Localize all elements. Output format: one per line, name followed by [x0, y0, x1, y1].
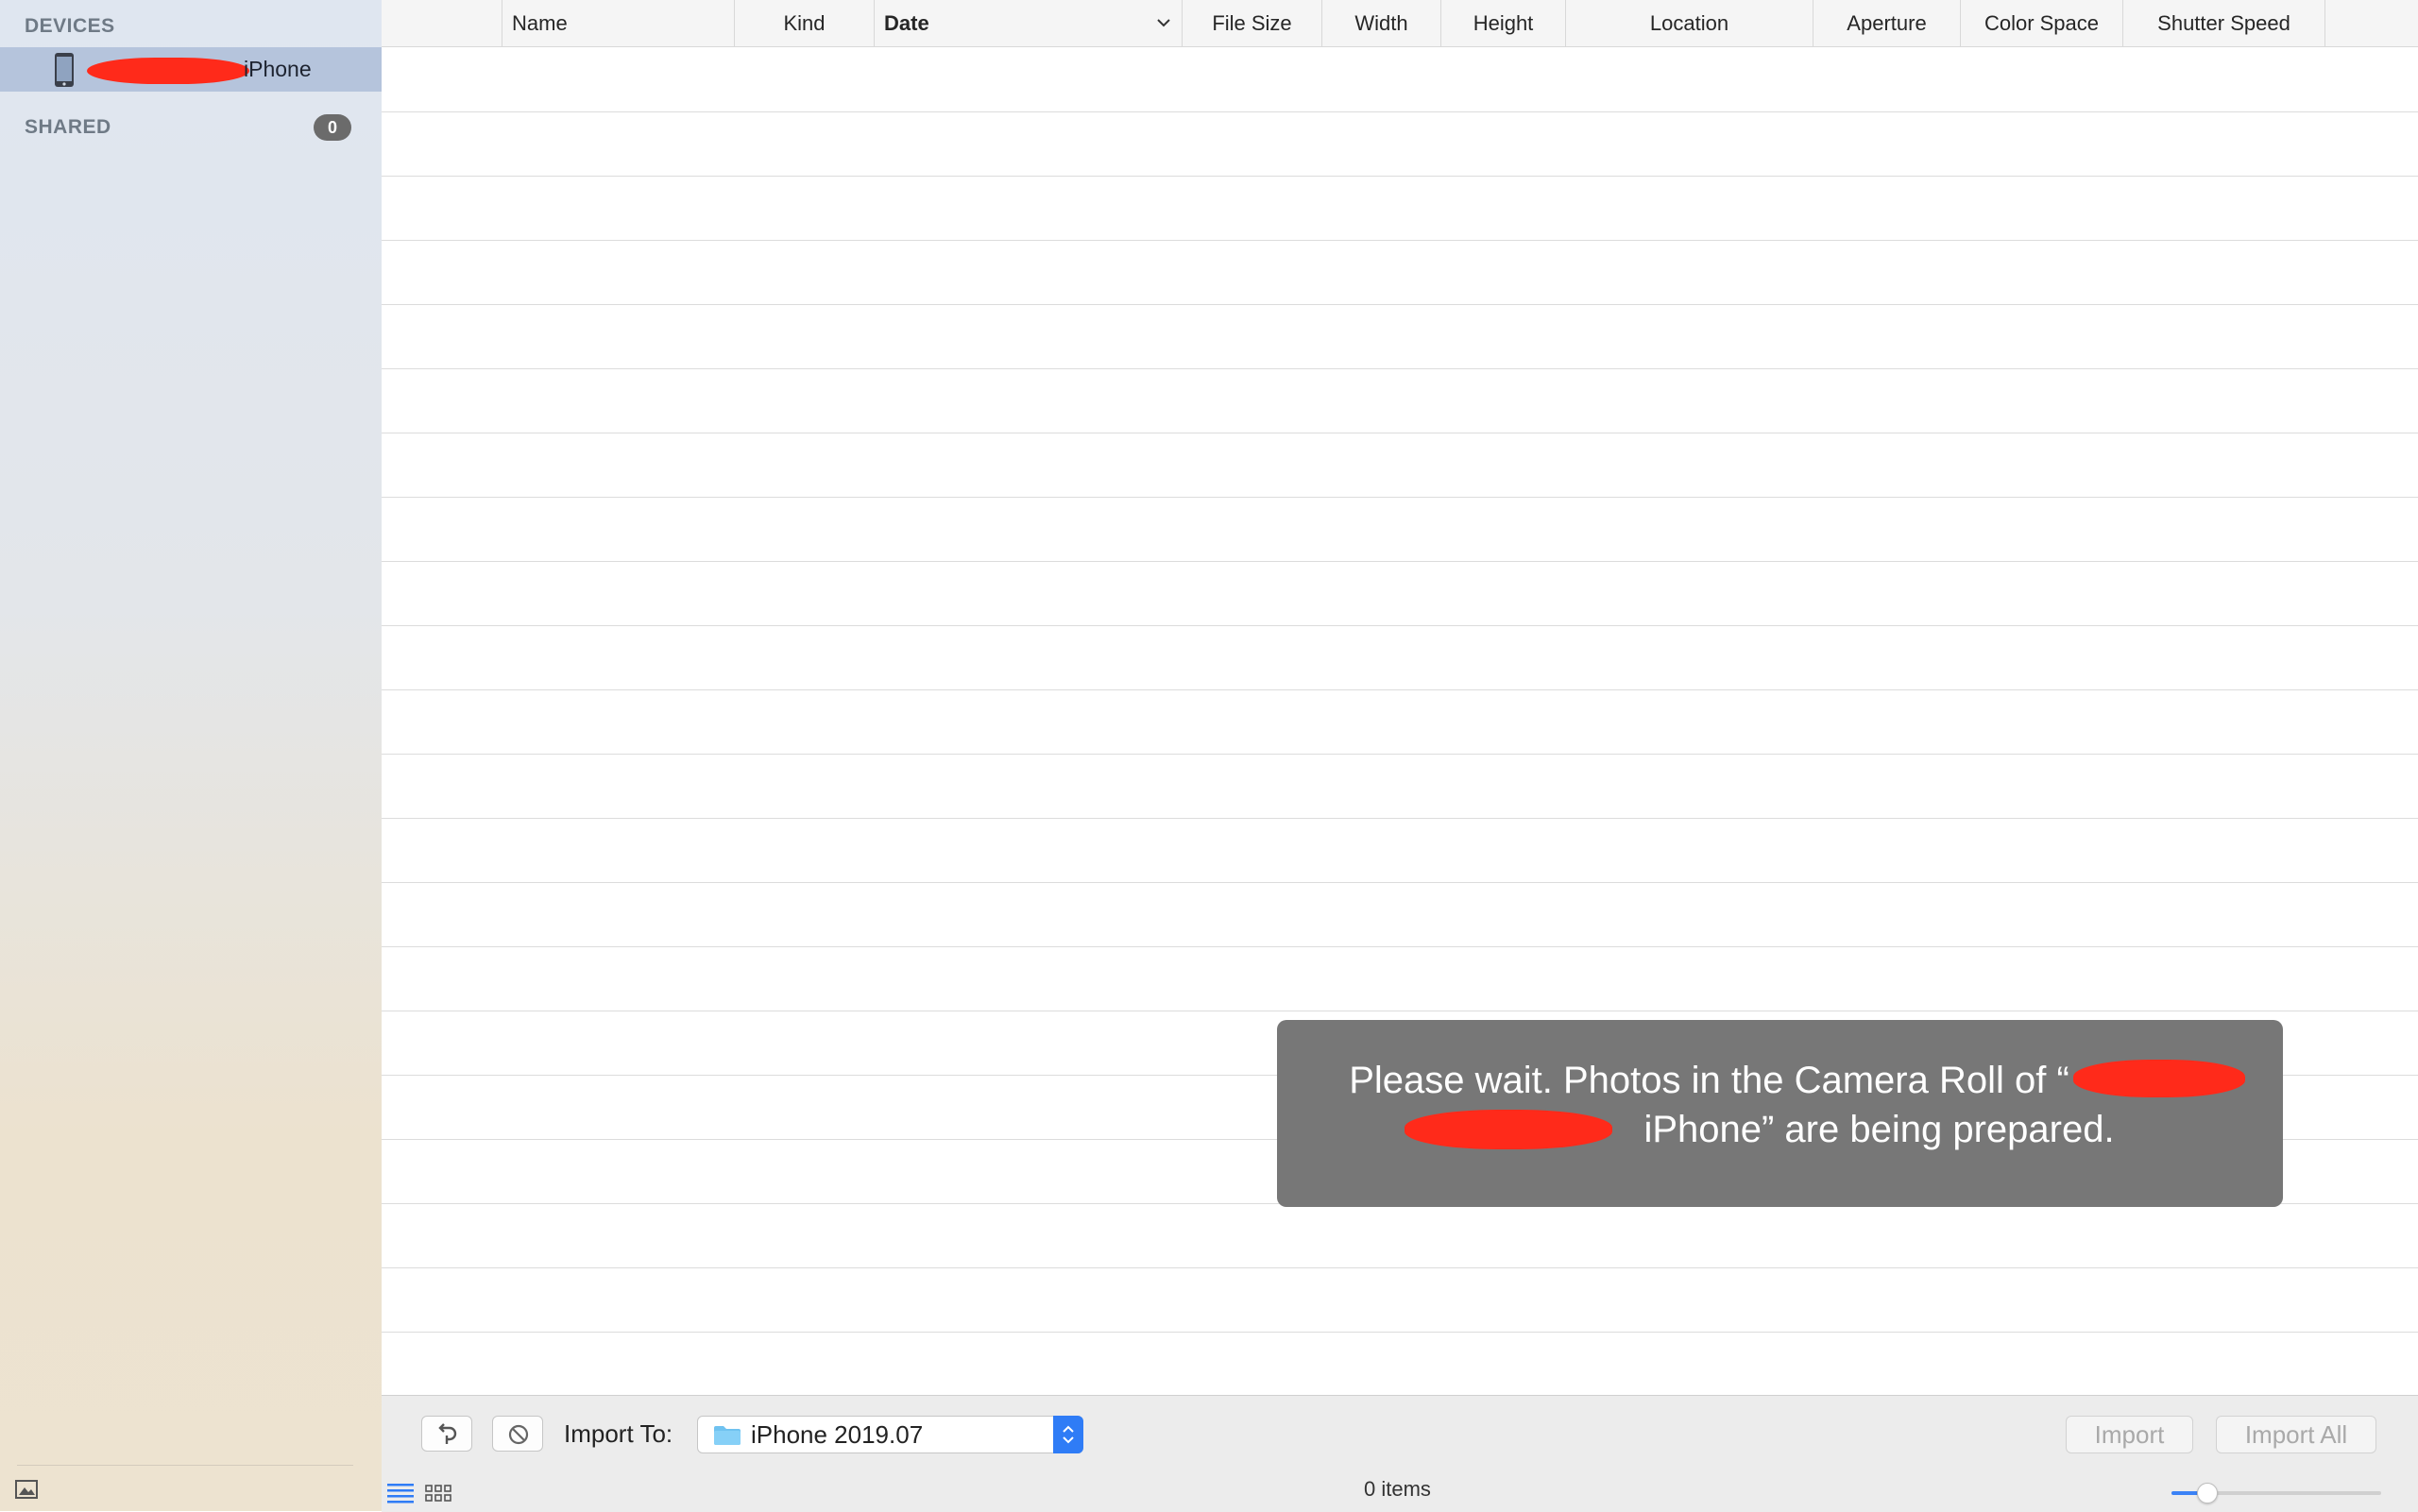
image-icon[interactable] — [15, 1480, 38, 1499]
column-header-date[interactable]: Date — [875, 0, 1183, 46]
row-separator — [382, 368, 2418, 369]
items-count: 0 items — [1364, 1477, 1431, 1501]
column-header-kind[interactable]: Kind — [735, 0, 875, 46]
redaction-mark — [2073, 1060, 2245, 1097]
column-header-date-label: Date — [884, 11, 929, 35]
row-separator — [382, 946, 2418, 947]
row-separator — [382, 497, 2418, 498]
shared-count-badge: 0 — [314, 114, 351, 141]
column-header-width[interactable]: Width — [1322, 0, 1441, 46]
row-separator — [382, 625, 2418, 626]
import-all-button[interactable]: Import All — [2216, 1416, 2376, 1453]
sidebar-divider — [17, 1465, 353, 1466]
row-separator — [382, 818, 2418, 819]
slider-knob[interactable] — [2196, 1483, 2218, 1504]
import-to-label: Import To: — [564, 1419, 673, 1448]
row-separator — [382, 689, 2418, 690]
column-header-height[interactable]: Height — [1441, 0, 1566, 46]
device-name-label: iPhone — [244, 57, 312, 81]
import-button[interactable]: Import — [2066, 1416, 2193, 1453]
chevron-down-icon — [1157, 19, 1170, 27]
column-header-location[interactable]: Location — [1566, 0, 1814, 46]
column-header-bar: Name Kind Date File Size Width Height Lo… — [382, 0, 2418, 47]
row-separator — [382, 111, 2418, 112]
row-separator — [382, 240, 2418, 241]
column-header-aperture[interactable]: Aperture — [1814, 0, 1961, 46]
grid-view-icon[interactable] — [425, 1484, 451, 1503]
main-content: Name Kind Date File Size Width Height Lo… — [382, 0, 2418, 1512]
import-destination-value: iPhone 2019.07 — [751, 1420, 924, 1449]
row-separator — [382, 1267, 2418, 1268]
select-stepper[interactable] — [1053, 1416, 1083, 1453]
shared-header: SHARED — [25, 116, 111, 138]
row-separator — [382, 176, 2418, 177]
delete-button[interactable] — [492, 1416, 543, 1452]
iphone-icon — [55, 53, 74, 87]
column-header-shutter-speed[interactable]: Shutter Speed — [2123, 0, 2325, 46]
row-separator — [382, 304, 2418, 305]
column-header-name[interactable]: Name — [502, 0, 735, 46]
list-view-icon[interactable] — [387, 1483, 414, 1504]
up-down-chevron-icon — [1063, 1425, 1074, 1444]
prohibited-icon — [508, 1424, 529, 1445]
devices-header: DEVICES — [25, 15, 115, 37]
column-header-file-size[interactable]: File Size — [1183, 0, 1322, 46]
column-header-color-space[interactable]: Color Space — [1961, 0, 2123, 46]
row-separator — [382, 1332, 2418, 1333]
row-separator — [382, 882, 2418, 883]
sidebar: DEVICES iPhone SHARED 0 — [0, 0, 383, 1511]
folder-icon — [714, 1426, 741, 1445]
rotate-button[interactable] — [421, 1416, 472, 1452]
bottom-toolbar: Import To: iPhone 2019.07 Import Import … — [382, 1395, 2418, 1512]
redaction-mark — [87, 58, 249, 84]
redaction-mark — [1405, 1110, 1612, 1149]
preparing-photos-message: Please wait. Photos in the Camera Roll o… — [1277, 1020, 2283, 1207]
rotate-icon — [438, 1423, 457, 1444]
column-header-thumbnail[interactable] — [382, 0, 502, 46]
row-separator — [382, 754, 2418, 755]
sidebar-item-device[interactable]: iPhone — [0, 47, 382, 92]
row-separator — [382, 561, 2418, 562]
import-destination-select[interactable]: iPhone 2019.07 — [697, 1416, 1083, 1453]
